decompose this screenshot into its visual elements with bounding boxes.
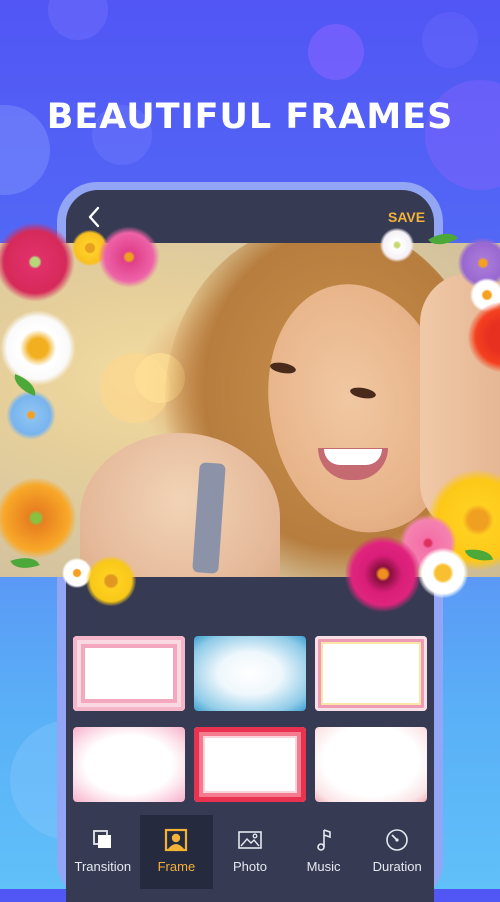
- tab-duration[interactable]: Duration: [360, 815, 434, 889]
- tab-transition[interactable]: Transition: [66, 815, 140, 889]
- tab-music[interactable]: Music: [287, 815, 361, 889]
- music-note-icon: [316, 829, 331, 851]
- save-button[interactable]: SAVE: [388, 209, 425, 225]
- back-button[interactable]: [84, 204, 106, 230]
- flower-decoration: [86, 556, 136, 606]
- tab-photo[interactable]: Photo: [213, 815, 287, 889]
- frame-thumbnail-pink[interactable]: [73, 636, 185, 711]
- tab-label: Photo: [232, 859, 267, 874]
- frame-thumbnail-dots[interactable]: [315, 636, 427, 711]
- bokeh-decoration: [422, 12, 478, 68]
- bokeh-light: [100, 353, 170, 423]
- chevron-left-icon: [88, 206, 100, 228]
- flower-decoration: [380, 228, 414, 262]
- image-icon: [238, 831, 262, 849]
- bokeh-decoration: [48, 0, 108, 40]
- flower-decoration: [6, 390, 56, 440]
- tab-label: Frame: [157, 859, 196, 874]
- tab-label: Transition: [74, 859, 132, 874]
- tab-label: Music: [306, 859, 341, 874]
- frame-grid: [73, 636, 427, 802]
- flower-decoration: [98, 226, 160, 288]
- tab-label: Duration: [372, 859, 422, 874]
- frame-thumbnail-red[interactable]: [194, 727, 306, 802]
- timer-icon: [386, 829, 408, 851]
- portrait-teeth: [324, 449, 382, 465]
- flower-decoration: [418, 548, 468, 598]
- frame-thumbnail-blue[interactable]: [194, 636, 306, 711]
- frame-thumbnail-spray[interactable]: [315, 727, 427, 802]
- tab-frame[interactable]: Frame: [139, 815, 214, 889]
- frame-thumbnail-flora[interactable]: [73, 727, 185, 802]
- transition-icon: [92, 830, 111, 848]
- flower-decoration: [345, 536, 421, 612]
- headline: BEAUTIFUL FRAMES: [46, 97, 454, 138]
- frame-portrait-icon: [165, 828, 188, 852]
- bokeh-decoration: [308, 24, 364, 80]
- flower-decoration: [0, 310, 76, 386]
- bottom-tab-bar: Transition Frame Photo Music Duration: [66, 815, 434, 889]
